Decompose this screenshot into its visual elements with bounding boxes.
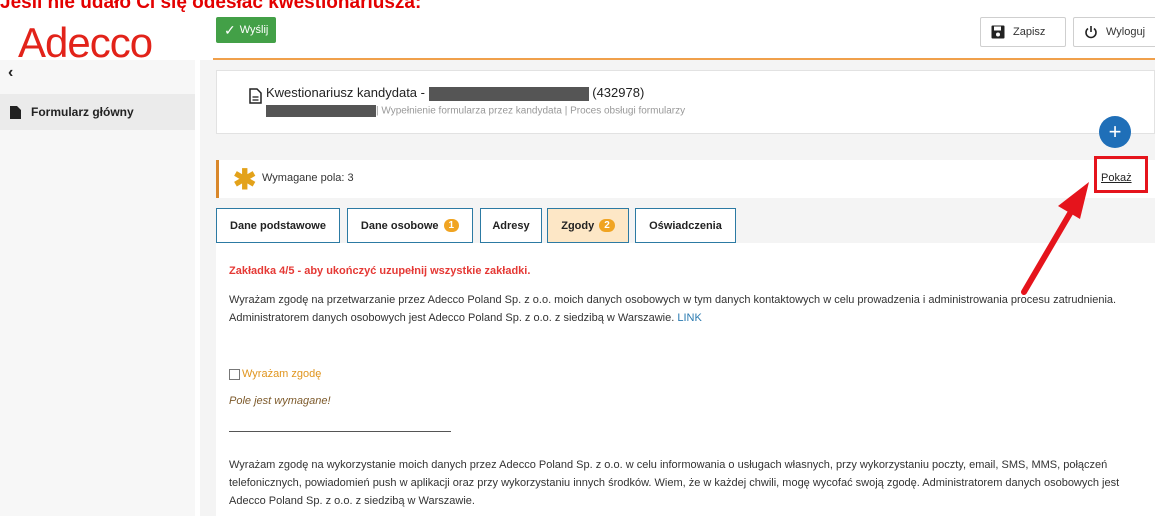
send-label: Wyślij: [239, 24, 269, 36]
check-icon: ✓: [224, 22, 236, 38]
subtitle-text: | Wypełnienie formularza przez kandydata…: [376, 105, 686, 117]
tab-basic-data[interactable]: Dane podstawowe: [216, 208, 340, 243]
save-button[interactable]: Zapisz: [980, 17, 1066, 47]
questionnaire-header: Kwestionariusz kandydata - (432978) | Wy…: [216, 70, 1155, 134]
tab-badge: 1: [443, 219, 460, 232]
power-icon: [1085, 26, 1097, 39]
consent-text-2: Wyrażam zgodę na wykorzystanie moich dan…: [229, 459, 1120, 507]
tab-consents[interactable]: Zgody 2: [547, 208, 629, 243]
tab-addresses[interactable]: Adresy: [480, 208, 542, 243]
tab-label: Dane podstawowe: [230, 219, 326, 232]
page-title: Kwestionariusz kandydata - (432978): [266, 85, 644, 101]
logout-button[interactable]: Wyloguj: [1073, 17, 1155, 47]
tab-label: Adresy: [492, 219, 530, 232]
redacted-text: [266, 105, 376, 117]
tab-badge: 2: [599, 219, 615, 232]
required-message: Pole jest wymagane!: [229, 395, 331, 407]
logout-label: Wyloguj: [1106, 26, 1146, 38]
sidebar: ‹ Formularz główny: [0, 60, 195, 516]
page-subtitle: | Wypełnienie formularza przez kandydata…: [266, 105, 685, 117]
add-button[interactable]: +: [1099, 116, 1131, 148]
redacted-name: [428, 86, 589, 101]
tab-label: Oświadczenia: [649, 219, 722, 232]
required-fields-text: Wymagane pola: 3: [262, 172, 354, 184]
consent-checkbox-row[interactable]: Wyrażam zgodę: [229, 368, 321, 380]
required-fields-bar: ✱ Wymagane pola: 3 Pokaż: [216, 160, 1155, 198]
tab-label: Zgody: [561, 219, 595, 232]
tab-warning: Zakładka 4/5 - aby ukończyć uzupełnij ws…: [229, 265, 531, 277]
consent-checkbox-label: Wyrażam zgodę: [242, 368, 322, 380]
divider: [229, 431, 451, 432]
main-panel: Kwestionariusz kandydata - (432978) | Wy…: [200, 60, 1155, 516]
consent-checkbox[interactable]: [229, 368, 240, 380]
tab-personal-data[interactable]: Dane osobowe 1: [347, 208, 473, 243]
tab-statements[interactable]: Oświadczenia: [635, 208, 736, 243]
adecco-logo[interactable]: Adecco: [18, 21, 153, 65]
chevron-left-icon[interactable]: ‹: [8, 64, 13, 82]
document-icon: [10, 105, 21, 119]
top-bar: Adecco ✓ Wyślij Zapisz Wyloguj: [0, 12, 1155, 65]
sidebar-item-label: Formularz główny: [31, 105, 134, 119]
file-text-icon: [249, 88, 262, 104]
consent-text-1: Wyrażam zgodę na przetwarzanie przez Ade…: [229, 291, 1139, 327]
send-button[interactable]: ✓ Wyślij: [216, 17, 277, 43]
sidebar-item-main-form[interactable]: Formularz główny: [0, 94, 195, 130]
annotation-highlight-box: [1094, 156, 1148, 193]
save-label: Zapisz: [1013, 26, 1046, 38]
title-prefix: Kwestionariusz kandydata -: [266, 85, 425, 100]
asterisk-icon: ✱: [233, 164, 257, 195]
title-id: (432978): [592, 85, 645, 100]
tab-content: Zakładka 4/5 - aby ukończyć uzupełnij ws…: [216, 243, 1155, 516]
floppy-disk-icon: [991, 25, 1005, 39]
consent-link[interactable]: LINK: [677, 312, 701, 324]
tab-label: Dane osobowe: [360, 219, 439, 232]
consent-1-body: Wyrażam zgodę na przetwarzanie przez Ade…: [229, 294, 1117, 324]
